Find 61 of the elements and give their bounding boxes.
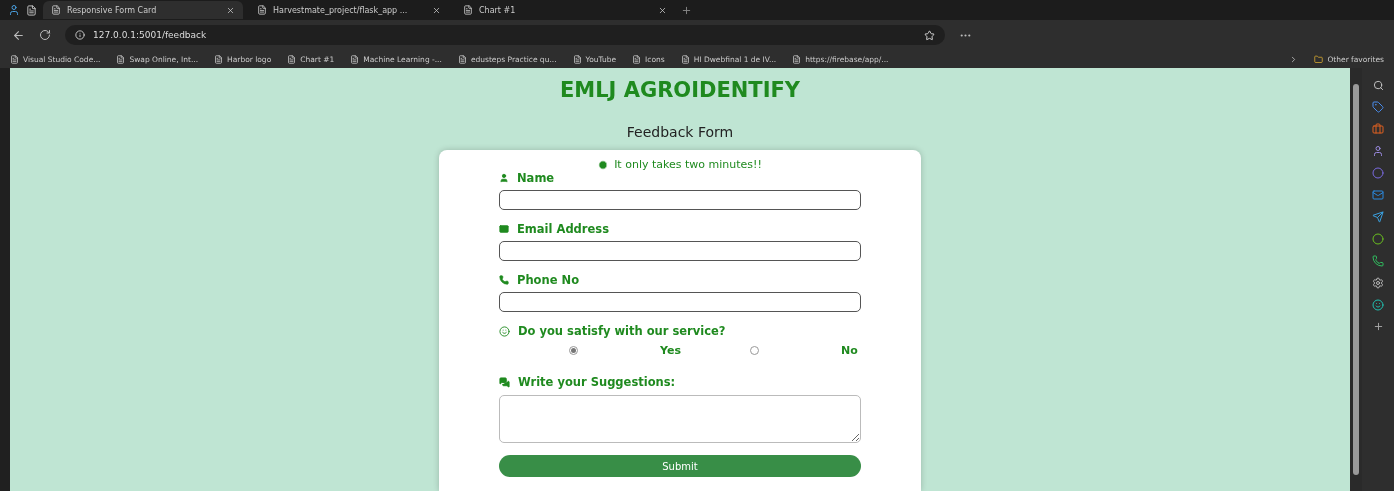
- info-icon[interactable]: [75, 30, 85, 40]
- sidebar-app-icon[interactable]: [1372, 299, 1384, 311]
- address-bar[interactable]: 127.0.0.1:5001/feedback: [65, 25, 945, 45]
- page-icon: [632, 54, 642, 64]
- question-label: Do you satisfy with our service?: [499, 324, 861, 338]
- radio-button[interactable]: [569, 346, 578, 355]
- sidebar-app-icon[interactable]: [1372, 167, 1384, 179]
- input-field[interactable]: [499, 241, 861, 261]
- phone-icon: [499, 275, 509, 285]
- star-icon[interactable]: [924, 29, 935, 41]
- page-icon: [680, 54, 690, 64]
- form-heading: Feedback Form: [626, 124, 734, 140]
- back-icon[interactable]: [12, 28, 25, 42]
- page-icon: [350, 54, 360, 64]
- page-icon: [10, 54, 19, 64]
- field-label: Phone No: [499, 273, 861, 287]
- profile-icon[interactable]: [8, 4, 20, 16]
- option-label: No: [841, 344, 859, 357]
- page-icon: [287, 54, 297, 64]
- browser-tab[interactable]: Harvestmate_project/flask_app ...: [249, 1, 449, 19]
- close-icon[interactable]: [658, 5, 667, 15]
- add-icon[interactable]: [1372, 321, 1384, 332]
- close-icon[interactable]: [432, 5, 441, 15]
- site-title: EMLJ AGROIDENTIFY: [559, 78, 801, 102]
- chat-icon: [499, 376, 510, 388]
- field-label: Name: [499, 171, 861, 185]
- page-icon: [257, 5, 267, 15]
- sidebar-app-icon[interactable]: [1372, 123, 1384, 135]
- page-icon: [214, 54, 224, 64]
- sidebar-app-icon[interactable]: [1372, 145, 1384, 157]
- page-icon: [572, 54, 582, 64]
- smile-icon: [499, 325, 510, 337]
- page-icon: [792, 54, 802, 64]
- new-tab-icon[interactable]: [681, 4, 692, 16]
- search-icon[interactable]: [1372, 80, 1384, 91]
- sidebar-app-icon[interactable]: [1372, 233, 1384, 245]
- page-icon: [51, 5, 61, 15]
- page-icon: [463, 5, 473, 15]
- sidebar-app-icon[interactable]: [1372, 189, 1384, 201]
- field-label: Email Address: [499, 222, 861, 236]
- close-icon[interactable]: [226, 5, 235, 15]
- note-text: It only takes two minutes!!: [598, 158, 762, 171]
- page-icon: [116, 54, 126, 64]
- sidebar-app-icon[interactable]: [1372, 211, 1384, 223]
- person-icon: [499, 173, 509, 183]
- browser-tab[interactable]: Chart #1: [455, 1, 675, 19]
- collections-icon[interactable]: [26, 4, 37, 16]
- suggestions-field[interactable]: [499, 395, 861, 443]
- page-icon: [457, 54, 467, 64]
- sidebar-app-icon[interactable]: [1372, 255, 1384, 267]
- folder-icon: [1314, 54, 1324, 64]
- submit-button[interactable]: Submit: [499, 455, 861, 477]
- reload-icon[interactable]: [39, 29, 51, 41]
- sidebar-app-icon[interactable]: [1372, 101, 1384, 113]
- option-label: Yes: [660, 344, 682, 357]
- sidebar-app-icon[interactable]: [1372, 277, 1384, 289]
- field-label: Write your Suggestions:: [499, 375, 861, 389]
- browser-tab[interactable]: Responsive Form Card: [43, 1, 243, 19]
- input-field[interactable]: [499, 292, 861, 312]
- scrollbar-thumb[interactable]: [1353, 84, 1359, 475]
- input-field[interactable]: [499, 190, 861, 210]
